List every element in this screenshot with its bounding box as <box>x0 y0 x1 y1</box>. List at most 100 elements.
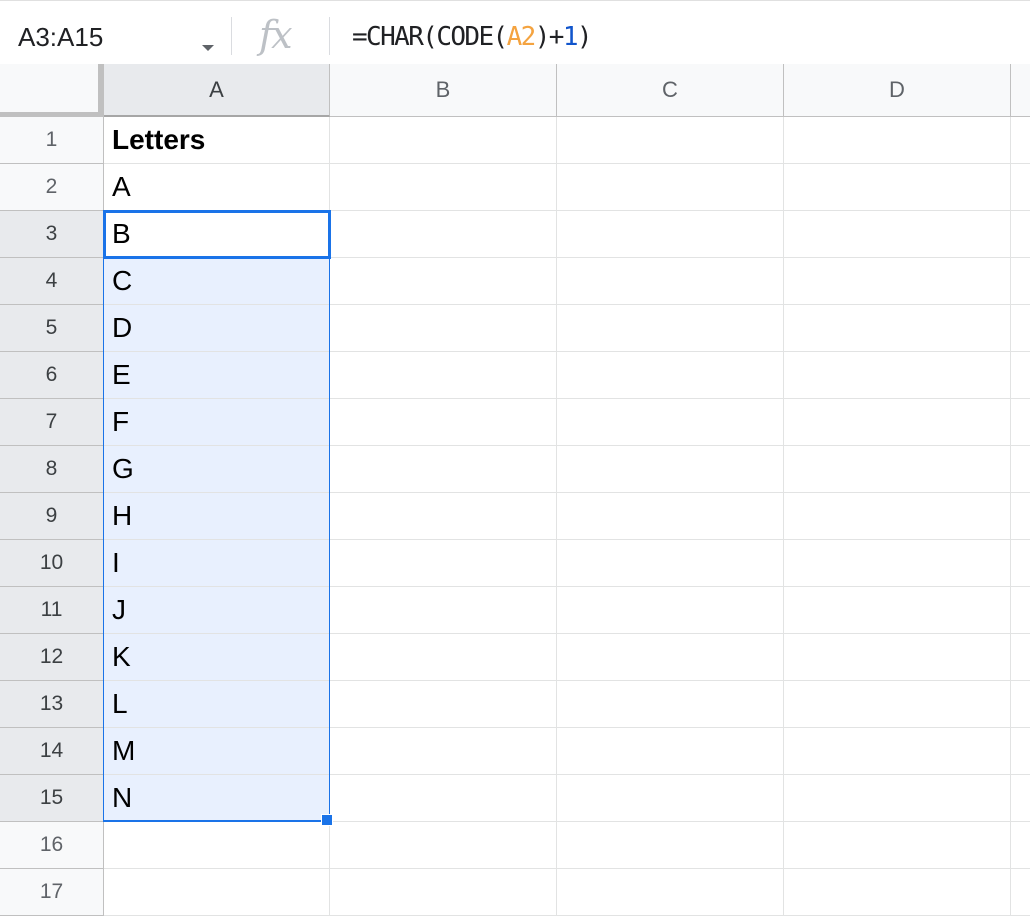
cell-d17[interactable] <box>784 869 1011 916</box>
cell-a17[interactable] <box>104 869 330 916</box>
cell-b9[interactable] <box>330 493 557 540</box>
cell-a15[interactable]: N <box>104 775 330 822</box>
cell-partial[interactable] <box>1011 493 1030 540</box>
column-header-d[interactable]: D <box>784 64 1011 117</box>
cell-b14[interactable] <box>330 728 557 775</box>
row-header-15[interactable]: 15 <box>0 775 104 822</box>
cell-b10[interactable] <box>330 540 557 587</box>
cell-a14[interactable]: M <box>104 728 330 775</box>
select-all-corner[interactable] <box>0 64 104 117</box>
row-header-1[interactable]: 1 <box>0 117 104 164</box>
cell-c3[interactable] <box>557 211 784 258</box>
row-header-11[interactable]: 11 <box>0 587 104 634</box>
dropdown-arrow-icon[interactable] <box>202 45 214 51</box>
cell-partial[interactable] <box>1011 822 1030 869</box>
cell-partial[interactable] <box>1011 446 1030 493</box>
cell-a11[interactable]: J <box>104 587 330 634</box>
row-header-8[interactable]: 8 <box>0 446 104 493</box>
cell-d12[interactable] <box>784 634 1011 681</box>
cell-d16[interactable] <box>784 822 1011 869</box>
cell-c12[interactable] <box>557 634 784 681</box>
cell-b15[interactable] <box>330 775 557 822</box>
cell-d1[interactable] <box>784 117 1011 164</box>
cell-partial[interactable] <box>1011 587 1030 634</box>
row-header-3[interactable]: 3 <box>0 211 104 258</box>
column-header-b[interactable]: B <box>330 64 557 117</box>
cell-c15[interactable] <box>557 775 784 822</box>
cell-partial[interactable] <box>1011 540 1030 587</box>
row-header-7[interactable]: 7 <box>0 399 104 446</box>
cell-c2[interactable] <box>557 164 784 211</box>
cell-partial[interactable] <box>1011 305 1030 352</box>
cell-d11[interactable] <box>784 587 1011 634</box>
cell-a5[interactable]: D <box>104 305 330 352</box>
cell-partial[interactable] <box>1011 775 1030 822</box>
row-header-9[interactable]: 9 <box>0 493 104 540</box>
cell-c7[interactable] <box>557 399 784 446</box>
row-header-4[interactable]: 4 <box>0 258 104 305</box>
cell-a13[interactable]: L <box>104 681 330 728</box>
row-header-12[interactable]: 12 <box>0 634 104 681</box>
fill-handle[interactable] <box>321 814 333 826</box>
row-header-13[interactable]: 13 <box>0 681 104 728</box>
cell-partial[interactable] <box>1011 164 1030 211</box>
row-header-5[interactable]: 5 <box>0 305 104 352</box>
cell-partial[interactable] <box>1011 681 1030 728</box>
cell-a1[interactable]: Letters <box>104 117 330 164</box>
cell-partial[interactable] <box>1011 634 1030 681</box>
row-header-17[interactable]: 17 <box>0 869 104 916</box>
name-box-value[interactable]: A3:A15 <box>18 22 103 53</box>
cell-c13[interactable] <box>557 681 784 728</box>
cell-d7[interactable] <box>784 399 1011 446</box>
row-header-6[interactable]: 6 <box>0 352 104 399</box>
cell-a8[interactable]: G <box>104 446 330 493</box>
cell-c11[interactable] <box>557 587 784 634</box>
cell-partial[interactable] <box>1011 399 1030 446</box>
cell-c1[interactable] <box>557 117 784 164</box>
cell-d10[interactable] <box>784 540 1011 587</box>
cell-c10[interactable] <box>557 540 784 587</box>
cell-b3[interactable] <box>330 211 557 258</box>
cell-c4[interactable] <box>557 258 784 305</box>
cell-a10[interactable]: I <box>104 540 330 587</box>
cell-partial[interactable] <box>1011 211 1030 258</box>
column-header-a[interactable]: A <box>104 64 330 117</box>
cell-c6[interactable] <box>557 352 784 399</box>
cell-c16[interactable] <box>557 822 784 869</box>
cell-b16[interactable] <box>330 822 557 869</box>
cell-c17[interactable] <box>557 869 784 916</box>
cell-c9[interactable] <box>557 493 784 540</box>
cell-d14[interactable] <box>784 728 1011 775</box>
cell-b13[interactable] <box>330 681 557 728</box>
cell-d4[interactable] <box>784 258 1011 305</box>
cell-b17[interactable] <box>330 869 557 916</box>
cell-b12[interactable] <box>330 634 557 681</box>
cell-a7[interactable]: F <box>104 399 330 446</box>
formula-input[interactable]: =CHAR(CODE(A2)+1) <box>352 22 593 52</box>
cell-b6[interactable] <box>330 352 557 399</box>
cell-d6[interactable] <box>784 352 1011 399</box>
cell-d2[interactable] <box>784 164 1011 211</box>
column-header-partial[interactable] <box>1011 64 1030 117</box>
cell-d15[interactable] <box>784 775 1011 822</box>
cell-a16[interactable] <box>104 822 330 869</box>
cell-b2[interactable] <box>330 164 557 211</box>
name-box[interactable]: A3:A15 <box>0 11 225 61</box>
cell-a9[interactable]: H <box>104 493 330 540</box>
cell-b7[interactable] <box>330 399 557 446</box>
cell-d5[interactable] <box>784 305 1011 352</box>
cell-d3[interactable] <box>784 211 1011 258</box>
cell-a12[interactable]: K <box>104 634 330 681</box>
row-header-14[interactable]: 14 <box>0 728 104 775</box>
cell-b5[interactable] <box>330 305 557 352</box>
cell-a4[interactable]: C <box>104 258 330 305</box>
cell-partial[interactable] <box>1011 869 1030 916</box>
cell-partial[interactable] <box>1011 258 1030 305</box>
cell-d9[interactable] <box>784 493 1011 540</box>
row-header-2[interactable]: 2 <box>0 164 104 211</box>
cell-partial[interactable] <box>1011 728 1030 775</box>
cell-b11[interactable] <box>330 587 557 634</box>
cell-c5[interactable] <box>557 305 784 352</box>
cell-a6[interactable]: E <box>104 352 330 399</box>
column-header-c[interactable]: C <box>557 64 784 117</box>
